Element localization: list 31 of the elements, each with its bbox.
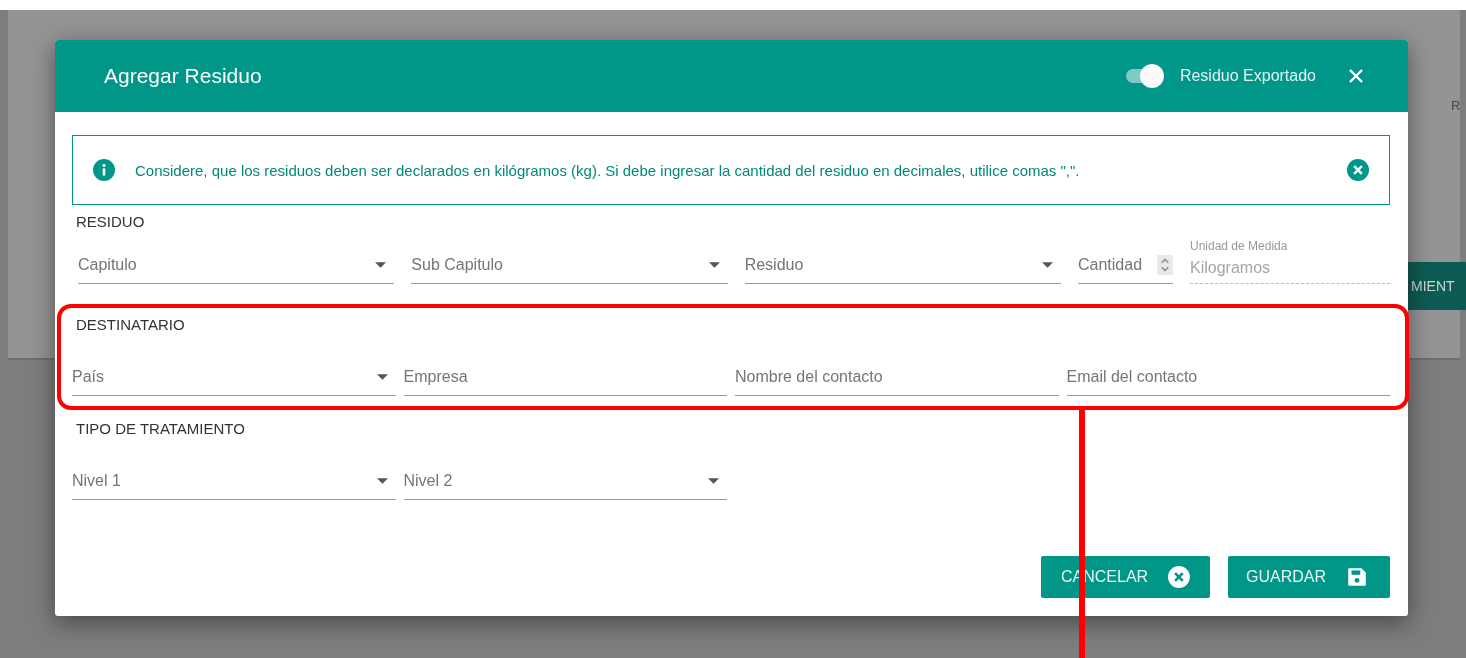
caret-icon bbox=[708, 261, 720, 268]
background-button[interactable]: MIENT bbox=[1408, 262, 1466, 310]
select-field[interactable]: País bbox=[72, 358, 396, 396]
section-title: DESTINATARIO bbox=[76, 316, 186, 333]
number-field[interactable]: Cantidad bbox=[1078, 246, 1173, 284]
caret-icon bbox=[375, 261, 387, 268]
save-button[interactable]: GUARDAR bbox=[1228, 556, 1390, 598]
toggle-label: Residuo Exportado bbox=[1179, 67, 1316, 85]
caret-icon bbox=[376, 373, 388, 380]
close-icon bbox=[1168, 566, 1190, 588]
select-field[interactable]: Nivel 1 bbox=[72, 462, 396, 500]
input-field[interactable]: Empresa bbox=[403, 358, 727, 396]
input-field[interactable]: Nombre del contacto bbox=[735, 358, 1059, 396]
input-field[interactable]: Email del contacto bbox=[1066, 358, 1390, 396]
close-icon[interactable] bbox=[1348, 68, 1364, 84]
caret-icon bbox=[376, 477, 388, 484]
close-icon[interactable] bbox=[1347, 159, 1369, 181]
spinner-icon bbox=[1157, 254, 1173, 275]
select-field[interactable]: Sub Capitulo bbox=[411, 246, 728, 284]
section-title: RESIDUO bbox=[76, 213, 146, 230]
dialog-title: Agregar Residuo bbox=[104, 64, 262, 88]
caret-icon bbox=[1042, 261, 1053, 268]
select-field[interactable]: Capitulo bbox=[78, 246, 395, 284]
alert-text: Considere, que los residuos deben ser declarados en kilógramos (kg). Si debe ingresar la cantidad del residuo en decimales, utilice comas ",". bbox=[135, 161, 1081, 179]
info-icon bbox=[93, 159, 115, 181]
section-title: TIPO DE TRATAMIENTO bbox=[76, 420, 246, 437]
background-label: R bbox=[1451, 98, 1461, 113]
readonly-field: Unidad de Medida Kilogramos bbox=[1190, 232, 1390, 284]
select-field[interactable]: Nivel 2 bbox=[403, 462, 727, 500]
select-field[interactable]: Residuo bbox=[744, 246, 1061, 284]
caret-icon bbox=[708, 477, 719, 484]
